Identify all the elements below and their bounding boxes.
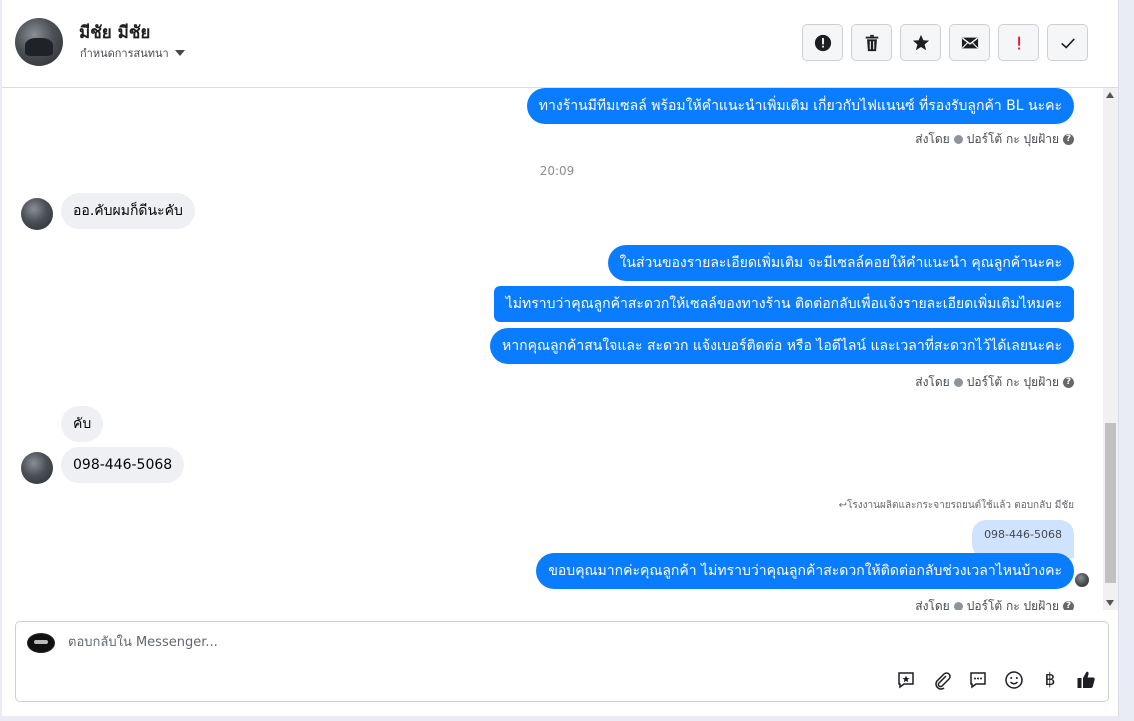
contact-avatar-small xyxy=(21,452,53,484)
sent-by-label: ส่งโดย ปอร์โต้ กะ ปุยฝ้าย ? xyxy=(915,597,1074,610)
smiley-icon xyxy=(1005,671,1023,689)
info-icon xyxy=(814,34,831,51)
scroll-up-icon[interactable] xyxy=(1106,92,1114,98)
quick-reply-button[interactable] xyxy=(966,668,990,692)
reply-note: ↩โรงงานผลิตและกระจายรถยนต์ใช้แล้ว ตอบกลั… xyxy=(839,498,1074,513)
info-button[interactable] xyxy=(802,24,843,61)
mark-done-button[interactable] xyxy=(1047,24,1088,61)
chat-star-icon xyxy=(898,672,914,689)
help-icon[interactable]: ? xyxy=(1063,601,1074,610)
incoming-message[interactable]: คับ xyxy=(61,406,104,442)
sent-by-text: ส่งโดย xyxy=(915,599,950,610)
like-button[interactable] xyxy=(1074,668,1098,692)
scrollbar-thumb[interactable] xyxy=(1105,423,1116,583)
outgoing-message[interactable]: ไม่ทราบว่าคุณลูกค้าสะดวกให้เซลล์ของทางร้… xyxy=(493,286,1074,322)
reply-input[interactable] xyxy=(66,634,870,651)
star-icon xyxy=(912,34,929,50)
assign-conversation-dropdown[interactable]: กำหนดการสนทนา xyxy=(80,44,185,62)
outgoing-message[interactable]: ขอบคุณมากค่ะคุณลูกค้า ไม่ทราบว่าคุณลูกค้… xyxy=(536,553,1074,589)
chat-scrollbar[interactable] xyxy=(1103,88,1118,610)
delete-button[interactable] xyxy=(851,24,892,61)
reply-note-text: โรงงานผลิตและกระจายรถยนต์ใช้แล้ว ตอบกลับ… xyxy=(847,500,1074,511)
star-button[interactable] xyxy=(900,24,941,61)
outgoing-message[interactable]: ทางร้านมีทีมเซลล์ พร้อมให้คำแนะนำเพิ่มเต… xyxy=(526,88,1074,124)
sent-by-label: ส่งโดย ปอร์โต้ กะ ปุยฝ้าย ? xyxy=(915,373,1074,392)
contact-avatar[interactable] xyxy=(15,18,63,66)
reply-arrow-icon: ↩ xyxy=(838,500,848,511)
mail-button[interactable] xyxy=(949,24,990,61)
exclamation-icon xyxy=(1017,36,1020,49)
caret-down-icon xyxy=(174,50,185,56)
header-toolbar xyxy=(802,24,1088,61)
sender-name: ปอร์โต้ กะ ปุยฝ้าย xyxy=(966,375,1059,389)
help-icon[interactable]: ? xyxy=(1063,134,1074,145)
mark-spam-button[interactable] xyxy=(998,24,1039,61)
sent-by-text: ส่งโดย xyxy=(915,375,950,389)
composer-tools: ฿ xyxy=(894,668,1098,692)
trash-icon xyxy=(865,34,878,51)
page-avatar xyxy=(27,633,55,653)
check-icon xyxy=(1060,37,1075,49)
payment-button[interactable]: ฿ xyxy=(1038,668,1062,692)
paperclip-icon xyxy=(935,672,951,690)
conversation-panel: มีชัย มีชัย กำหนดการสนทนา ทางร้านมีทีมเซ… xyxy=(2,0,1119,716)
conversation-header: มีชัย มีชัย กำหนดการสนทนา xyxy=(2,0,1118,88)
sender-name: ปอร์โต้ กะ ปุยฝ้าย xyxy=(966,132,1059,146)
contact-avatar-small xyxy=(21,198,53,230)
message-composer: ฿ xyxy=(15,621,1109,702)
outgoing-message[interactable]: หากคุณลูกค้าสนใจและ สะดวก แจ้งเบอร์ติดต่… xyxy=(490,328,1074,364)
assign-conversation-label: กำหนดการสนทนา xyxy=(80,47,169,60)
message-list[interactable]: ทางร้านมีทีมเซลล์ พร้อมให้คำแนะนำเพิ่มเต… xyxy=(2,88,1102,610)
mail-icon xyxy=(961,37,978,48)
saved-replies-button[interactable] xyxy=(894,668,918,692)
scroll-down-icon[interactable] xyxy=(1106,600,1114,606)
incoming-message[interactable]: ออ.คับผมก็ดีนะคับ xyxy=(61,193,195,229)
timestamp: 20:09 xyxy=(539,164,575,178)
incoming-message[interactable]: 098-446-5068 xyxy=(61,447,185,483)
chat-bubble-icon xyxy=(970,672,986,689)
baht-icon: ฿ xyxy=(1044,670,1056,690)
outgoing-message[interactable]: ในส่วนของรายละเอียดเพิ่มเติม จะมีเซลล์คอ… xyxy=(607,245,1074,281)
sender-name: ปอร์โต้ กะ ปุยฝ้าย xyxy=(966,599,1059,610)
verified-icon xyxy=(953,602,963,610)
attach-button[interactable] xyxy=(930,668,954,692)
thumbs-up-icon xyxy=(1077,671,1095,688)
sent-by-text: ส่งโดย xyxy=(915,132,950,146)
verified-icon xyxy=(953,135,963,144)
help-icon[interactable]: ? xyxy=(1063,377,1074,388)
seen-avatar xyxy=(1075,573,1089,587)
contact-name[interactable]: มีชัย มีชัย xyxy=(79,19,150,46)
verified-icon xyxy=(953,378,963,387)
sent-by-label: ส่งโดย ปอร์โต้ กะ ปุยฝ้าย ? xyxy=(915,130,1074,149)
emoji-button[interactable] xyxy=(1002,668,1026,692)
